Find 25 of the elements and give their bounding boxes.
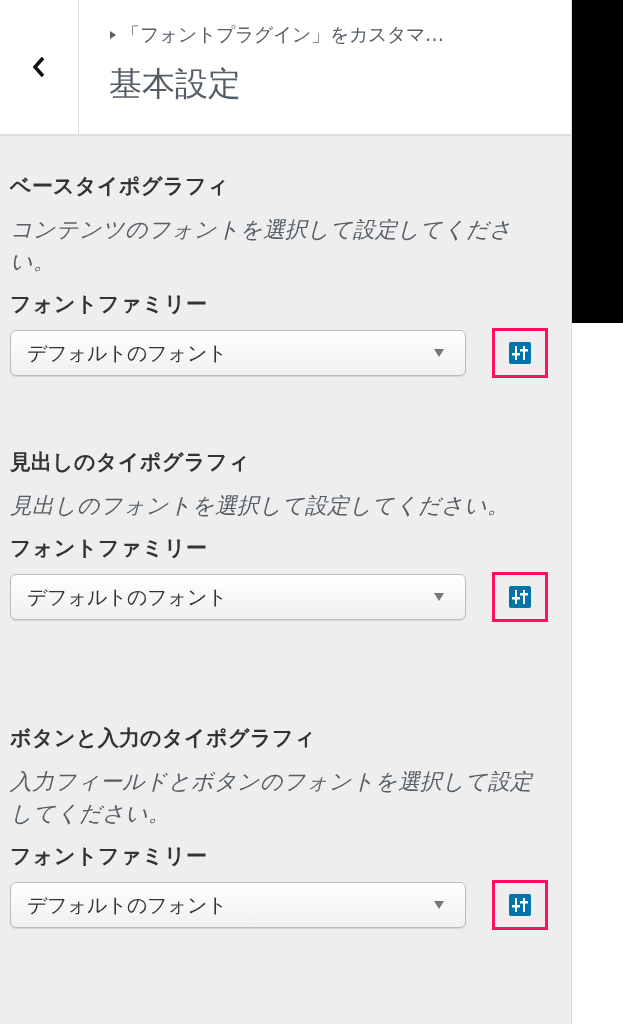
sliders-icon xyxy=(509,894,531,916)
settings-button[interactable] xyxy=(492,880,548,930)
dropdown-arrow-icon xyxy=(433,592,445,602)
triangle-icon xyxy=(109,30,117,40)
section-description: 見出しのフォントを選択して設定してください。 xyxy=(10,492,510,520)
dropdown-arrow-icon xyxy=(433,900,445,910)
font-select[interactable]: デフォルトのフォント xyxy=(10,574,466,620)
field-label: フォントファミリー xyxy=(10,535,208,562)
field-label: フォントファミリー xyxy=(10,291,208,318)
font-select[interactable]: デフォルトのフォント xyxy=(10,330,466,376)
settings-button[interactable] xyxy=(492,328,548,378)
breadcrumb: 「フォントプラグイン」をカスタマ… xyxy=(121,22,444,47)
field-label: フォントファミリー xyxy=(10,843,208,870)
sliders-icon xyxy=(509,586,531,608)
dropdown-arrow-icon xyxy=(433,348,445,358)
back-icon xyxy=(31,55,47,79)
sliders-icon xyxy=(509,342,531,364)
panel-title: 基本設定 xyxy=(109,63,242,105)
settings-button[interactable] xyxy=(492,572,548,622)
font-select[interactable]: デフォルトのフォント xyxy=(10,882,466,928)
section-title: 見出しのタイポグラフィ xyxy=(10,449,251,476)
section-title: ボタンと入力のタイポグラフィ xyxy=(10,725,317,752)
section-description: 入力フィールドとボタンのフォントを選択して設定してください。 xyxy=(10,768,535,828)
section-description: コンテンツのフォントを選択して設定してください。 xyxy=(10,216,513,276)
section-title: ベースタイポグラフィ xyxy=(10,173,230,200)
